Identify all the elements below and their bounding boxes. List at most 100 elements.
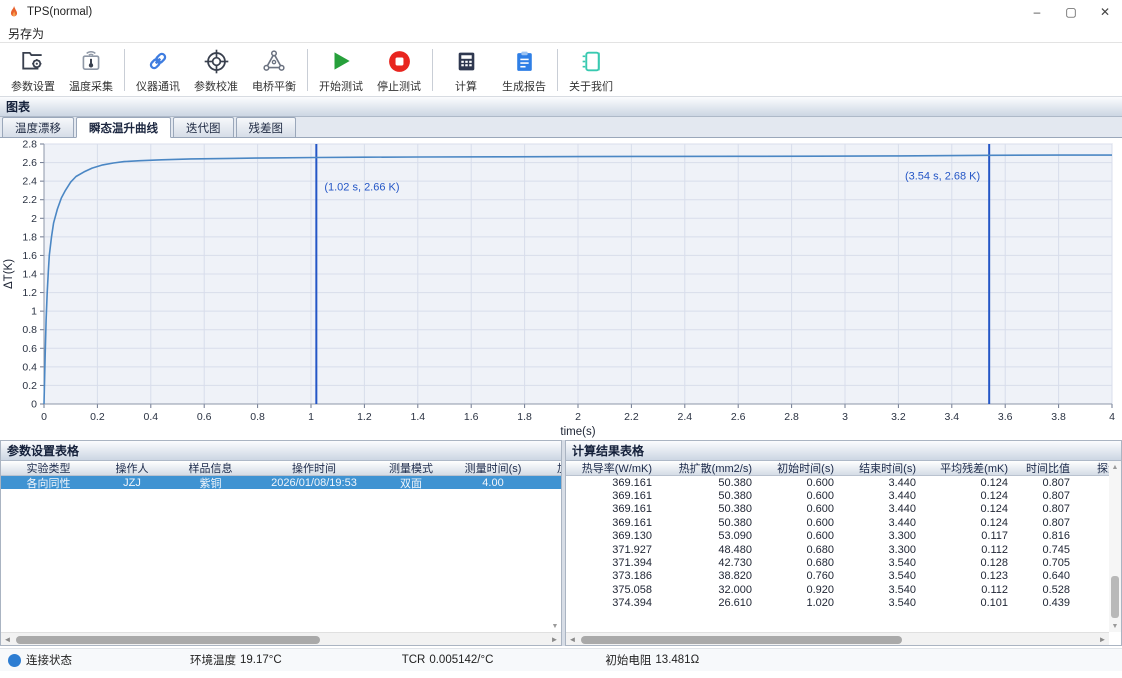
table-row[interactable]: 各向同性JZJ紫铜2026/01/08/19:53双面4.003500 [1,476,561,489]
column-header[interactable]: 平均残差(mK) [930,461,1022,475]
results-table-vscrollbar[interactable]: ▲ ▼ [1109,461,1121,632]
toolbar-separator [557,49,558,91]
tab-temperature-drift[interactable]: 温度漂移 [2,117,74,137]
column-header[interactable]: 测量时间(s) [447,461,539,475]
scroll-left-arrow[interactable]: ◄ [1,633,14,646]
bridge-balance-button[interactable]: 电桥平衡 [245,45,303,95]
x-tick-label: 1.6 [464,411,479,423]
table-row[interactable]: 371.39442.7300.6803.5400.1280.70524 [566,556,1121,569]
table-cell: 369.161 [566,516,666,529]
column-header[interactable]: 实验类型 [1,461,96,475]
connection-status-label: 连接状态 [26,652,72,668]
menu-save-as[interactable]: 另存为 [0,24,52,42]
instrument-comm-button[interactable]: 仪器通讯 [129,45,187,95]
start-test-label: 开始测试 [319,78,363,94]
stop-test-button[interactable]: 停止测试 [370,45,428,95]
table-row[interactable]: 369.16150.3800.6003.4400.1240.80726 [566,516,1121,529]
table-cell: 0.600 [766,530,848,543]
table-row[interactable]: 369.13053.0900.6003.3000.1170.81626 [566,530,1121,543]
column-header[interactable]: 初始时间(s) [766,461,848,475]
table-row[interactable]: 374.39426.6101.0203.5400.1010.43919 [566,597,1121,610]
column-header[interactable]: 测量模式 [375,461,447,475]
stop-test-label: 停止测试 [377,78,421,94]
params-table-hscrollbar[interactable]: ◄ ► [1,632,561,645]
temperature-acquire-label: 温度采集 [69,78,113,94]
table-cell: 0.807 [1022,489,1084,502]
column-header[interactable]: 操作人 [96,461,168,475]
scroll-right-arrow[interactable]: ► [1096,633,1109,646]
table-cell: 3.440 [848,489,930,502]
x-tick-label: 2.4 [677,411,692,423]
params-table-vscrollbar[interactable]: ▼ [549,461,561,632]
table-cell: 374.394 [566,597,666,610]
start-test-button[interactable]: 开始测试 [312,45,370,95]
results-table-header: 热导率(W/mK)热扩散(mm2/s)初始时间(s)结束时间(s)平均残差(mK… [566,461,1121,476]
hscroll-track[interactable] [579,633,1096,645]
params-table-body: 各向同性JZJ紫铜2026/01/08/19:53双面4.003500 [1,476,561,489]
temperature-acquire-button[interactable]: 温度采集 [62,45,120,95]
column-header[interactable]: 热扩散(mm2/s) [666,461,766,475]
column-header[interactable]: 时间比值 [1022,461,1084,475]
scroll-down-arrow[interactable]: ▼ [549,620,561,632]
ambient-temperature: 环境温度 19.17°C [190,652,282,668]
table-row[interactable]: 373.18638.8200.7603.5400.1230.64023 [566,570,1121,583]
table-cell: 1.020 [766,597,848,610]
hscroll-track[interactable] [14,633,548,645]
close-button[interactable]: ✕ [1088,0,1122,24]
scroll-down-arrow[interactable]: ▼ [1109,620,1121,632]
table-cell: 3.540 [848,556,930,569]
scroll-right-arrow[interactable]: ► [548,633,561,646]
results-table-title: 计算结果表格 [566,441,1121,461]
chart-area: 00.20.40.60.811.21.41.61.822.22.42.62.80… [0,138,1122,438]
about-us-label: 关于我们 [569,78,613,94]
about-us-button[interactable]: 关于我们 [562,45,620,95]
vscroll-thumb[interactable] [1111,576,1119,618]
generate-report-button[interactable]: 生成报告 [495,45,553,95]
maximize-button[interactable]: ▢ [1054,0,1088,24]
table-row[interactable]: 371.92748.4800.6803.3000.1120.74525 [566,543,1121,556]
ambient-temperature-value: 19.17°C [240,654,282,666]
tab-iteration-plot[interactable]: 迭代图 [173,117,234,137]
tab-residual-plot[interactable]: 残差图 [236,117,297,137]
table-cell: 0.117 [930,530,1022,543]
app-flame-icon [7,5,21,19]
table-row[interactable]: 375.05832.0000.9203.5400.1120.52821 [566,583,1121,596]
column-header[interactable]: 结束时间(s) [848,461,930,475]
table-cell: 42.730 [666,556,766,569]
table-cell: 0.807 [1022,476,1084,489]
menu-bar: 另存为 [0,24,1122,43]
results-table-hscrollbar[interactable]: ◄ ► [566,632,1109,645]
params-settings-button[interactable]: 参数设置 [4,45,62,95]
x-tick-label: 1.8 [517,411,532,423]
params-table-header: 实验类型操作人样品信息操作时间测量模式测量时间(s)加热功率 [1,461,561,476]
column-header[interactable]: 操作时间 [253,461,375,475]
tcr-value: 0.005142/°C [429,654,493,666]
table-row[interactable]: 369.16150.3800.6003.4400.1240.80726 [566,503,1121,516]
column-header[interactable]: 样品信息 [168,461,253,475]
scroll-left-arrow[interactable]: ◄ [566,633,579,646]
calculate-button[interactable]: 计算 [437,45,495,95]
param-calibration-button[interactable]: 参数校准 [187,45,245,95]
app-window: TPS(normal) – ▢ ✕ 另存为 参数设置 温度采集 [0,0,1122,678]
folder-gear-icon [20,48,47,75]
params-table: 实验类型操作人样品信息操作时间测量模式测量时间(s)加热功率 各向同性JZJ紫铜… [1,461,561,645]
table-cell: 双面 [375,476,447,489]
hscroll-thumb[interactable] [16,636,320,644]
scroll-up-arrow[interactable]: ▲ [1109,461,1121,473]
column-header[interactable]: 热导率(W/mK) [566,461,666,475]
table-cell: 0.705 [1022,556,1084,569]
table-cell: 373.186 [566,570,666,583]
table-row[interactable]: 369.16150.3800.6003.4400.1240.80726 [566,489,1121,502]
table-row[interactable]: 369.16150.3800.6003.4400.1240.80726 [566,476,1121,489]
transient-rise-chart[interactable]: 00.20.40.60.811.21.41.61.822.22.42.62.80… [0,138,1122,438]
x-tick-label: 3.4 [944,411,959,423]
instrument-comm-label: 仪器通讯 [136,78,180,94]
tab-transient-temp-rise[interactable]: 瞬态温升曲线 [76,117,171,138]
hscroll-thumb[interactable] [581,636,902,644]
x-tick-label: 3.6 [998,411,1013,423]
x-tick-label: 1.2 [357,411,372,423]
table-cell: 3.540 [848,570,930,583]
thermometer-wifi-icon [78,48,105,75]
minimize-button[interactable]: – [1020,0,1054,24]
table-cell: 50.380 [666,503,766,516]
